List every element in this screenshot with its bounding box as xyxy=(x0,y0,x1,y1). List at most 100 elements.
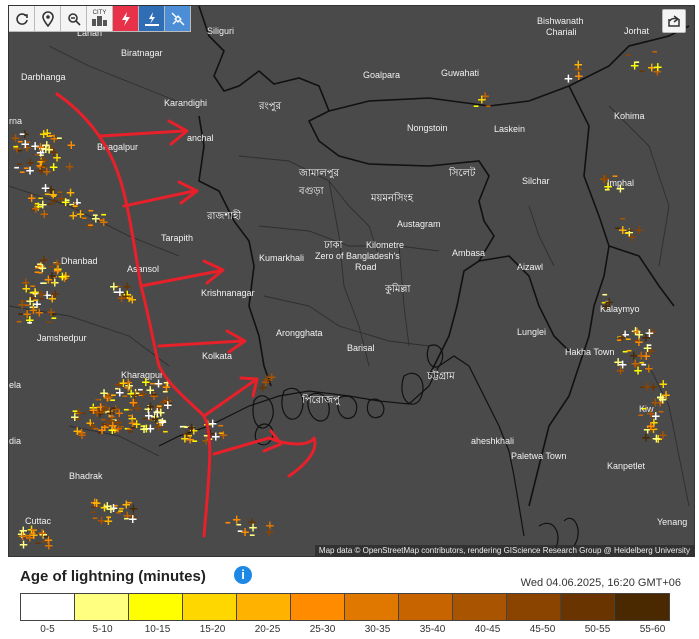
lightning-strike-marker: – xyxy=(50,275,56,289)
city-arongghata: Arongghata xyxy=(276,328,323,338)
city-zero-2: Zero of Bangladesh's xyxy=(315,251,400,261)
lightning-strike-marker: + xyxy=(66,138,76,152)
legend-swatch xyxy=(399,594,453,620)
lightning-map[interactable]: Lahan Biratnagar Siliguri Bishwanath Cha… xyxy=(8,5,695,557)
lightning-strike-marker: + xyxy=(20,137,30,151)
lightning-strike-marker: – xyxy=(99,405,105,419)
city-siliguri: Siliguri xyxy=(207,26,234,36)
lightning-strike-marker: – xyxy=(612,168,618,182)
city-kanpetlet: Kanpetlet xyxy=(607,461,646,471)
city-guwahati: Guwahati xyxy=(441,68,479,78)
lightning-strike-marker: + xyxy=(132,417,142,431)
legend-swatch xyxy=(129,594,183,620)
city-silchar: Silchar xyxy=(522,176,550,186)
lightning-strike-marker: – xyxy=(639,64,645,78)
legend-swatch xyxy=(615,594,669,620)
zoom-button[interactable] xyxy=(61,6,87,32)
lightning-strikes: –++–++– ––++–+–+ ++–+ ++++++–++––+–––++ +–+ +… xyxy=(11,44,672,553)
lightning-strike-marker: – xyxy=(88,217,94,231)
legend-label: 20-25 xyxy=(254,624,281,635)
lightning-strike-marker: – xyxy=(98,212,104,226)
lightning-strike-marker: + xyxy=(656,391,666,405)
lightning-strike-marker: + xyxy=(25,163,35,177)
locate-button[interactable] xyxy=(35,6,61,32)
label-bogura: বগুড়া xyxy=(298,186,325,197)
city-dia: dia xyxy=(9,436,21,446)
city-darbhanga: Darbhanga xyxy=(21,72,66,82)
legend-swatch xyxy=(453,594,507,620)
lightning-button[interactable] xyxy=(113,6,139,32)
lightning-strike-marker: + xyxy=(641,431,651,445)
city-chariali: Chariali xyxy=(546,27,577,37)
refresh-button[interactable] xyxy=(9,6,35,32)
legend-labels: 0-5 5-10 10-15 15-20 20-25 25-30 30-35 3… xyxy=(20,624,680,635)
lightning-strike-marker: – xyxy=(628,223,634,237)
city-krishnanagar: Krishnanagar xyxy=(201,288,255,298)
city-zero-3: Road xyxy=(355,262,377,272)
lightning-strike-marker: + xyxy=(87,419,97,433)
expand-button[interactable] xyxy=(662,9,686,33)
lightning-strike-marker: – xyxy=(13,139,19,153)
legend-swatch xyxy=(21,594,75,620)
legend-label: 10-15 xyxy=(144,624,171,635)
lightning-strike-marker: + xyxy=(618,358,628,372)
share-icon xyxy=(668,15,680,27)
lightning-strike-marker: + xyxy=(38,198,48,212)
lightning-strike-marker: – xyxy=(641,401,647,415)
city-asansol: Asansol xyxy=(127,264,159,274)
legend-swatch xyxy=(561,594,615,620)
lightning-strike-marker: + xyxy=(74,405,84,419)
lightning-strike-marker: + xyxy=(258,381,268,395)
lightning-strike-marker: – xyxy=(46,129,52,143)
map-canvas[interactable]: Lahan Biratnagar Siliguri Bishwanath Cha… xyxy=(9,6,694,556)
label-mymensingh: ময়মনসিংহ xyxy=(370,192,414,204)
location-pin-icon xyxy=(41,10,54,27)
label-dhaka: ঢাকা xyxy=(323,240,344,251)
city-kolkata: Kolkata xyxy=(202,351,232,361)
satellite-button[interactable] xyxy=(165,6,191,32)
lightning-strike-marker: + xyxy=(617,331,627,345)
city-button[interactable]: CITY xyxy=(87,6,113,32)
city-austagram: Austagram xyxy=(397,219,441,229)
lightning-strike-marker: – xyxy=(51,188,57,202)
legend-color-bar xyxy=(20,593,670,621)
city-button-label: CITY xyxy=(92,9,107,16)
strike-icon xyxy=(144,11,159,26)
lightning-strike-marker: – xyxy=(620,211,626,225)
legend-swatch xyxy=(183,594,237,620)
label-cumilla: কুমিল্লা xyxy=(384,283,412,295)
city-anchal: anchal xyxy=(187,133,214,143)
city-hakha-town: Hakha Town xyxy=(565,347,614,357)
lightning-strike-marker: – xyxy=(151,387,157,401)
lightning-strike-marker: – xyxy=(31,522,37,536)
lightning-strike-marker: – xyxy=(218,418,224,432)
legend-label: 30-35 xyxy=(364,624,391,635)
legend-label: 55-60 xyxy=(639,624,666,635)
lightning-strike-marker: – xyxy=(622,344,628,358)
lightning-strike-marker: – xyxy=(14,160,20,174)
lightning-strike-marker: + xyxy=(121,498,131,512)
lightning-strike-marker: + xyxy=(163,398,173,412)
label-rangpur: রংপুর xyxy=(258,101,282,112)
map-toolbar: CITY xyxy=(9,6,191,32)
info-icon[interactable]: i xyxy=(234,566,252,584)
city-nongstoin: Nongstoin xyxy=(407,123,448,133)
lightning-strike-marker: + xyxy=(138,387,148,401)
lightning-strike-marker: + xyxy=(248,521,258,535)
city-rna: rna xyxy=(9,116,22,126)
city-tarapith: Tarapith xyxy=(161,233,193,243)
legend-swatch xyxy=(237,594,291,620)
city-kumarkhali: Kumarkhali xyxy=(259,253,304,263)
lightning-strike-marker: – xyxy=(18,307,24,321)
lightning-strike-marker: – xyxy=(639,380,645,394)
city-bela: ela xyxy=(9,380,21,390)
lightning-strike-marker: + xyxy=(65,159,75,173)
city-yenang: Yenang xyxy=(657,517,687,527)
lightning-strike-marker: – xyxy=(225,515,231,529)
label-pirojpur: পিরোজপু xyxy=(301,394,341,406)
strike-button[interactable] xyxy=(139,6,165,32)
lightning-strike-marker: – xyxy=(625,48,631,62)
city-paletwa: Paletwa Town xyxy=(511,451,566,461)
legend-swatch xyxy=(291,594,345,620)
city-biratnagar: Biratnagar xyxy=(121,48,163,58)
